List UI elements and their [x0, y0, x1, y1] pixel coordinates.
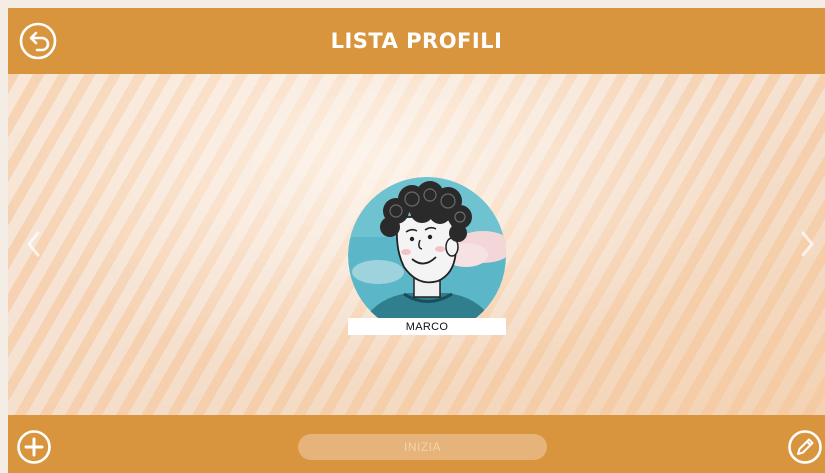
profile-list-screen: LISTA PROFILI MARCO INIZIA — [0, 0, 825, 473]
back-button[interactable] — [18, 21, 58, 61]
page-title: LISTA PROFILI — [330, 29, 503, 53]
chevron-right-icon — [801, 231, 814, 257]
add-profile-button[interactable] — [16, 429, 52, 465]
pencil-icon — [788, 430, 822, 464]
header-bar: LISTA PROFILI — [8, 8, 825, 74]
profile-name-label: MARCO — [348, 318, 506, 335]
footer-bar: INIZIA — [8, 415, 825, 473]
profiles-area: MARCO — [8, 74, 825, 415]
back-arrow-icon — [19, 22, 57, 60]
boy-avatar-illustration — [348, 177, 506, 335]
chevron-left-icon — [27, 231, 40, 257]
avatar — [348, 177, 506, 335]
next-profile-button[interactable] — [797, 229, 817, 259]
profile-card[interactable]: MARCO — [348, 177, 506, 335]
edit-profile-button[interactable] — [787, 429, 823, 465]
plus-circle-icon — [17, 430, 51, 464]
start-button[interactable]: INIZIA — [298, 434, 547, 460]
prev-profile-button[interactable] — [24, 229, 44, 259]
